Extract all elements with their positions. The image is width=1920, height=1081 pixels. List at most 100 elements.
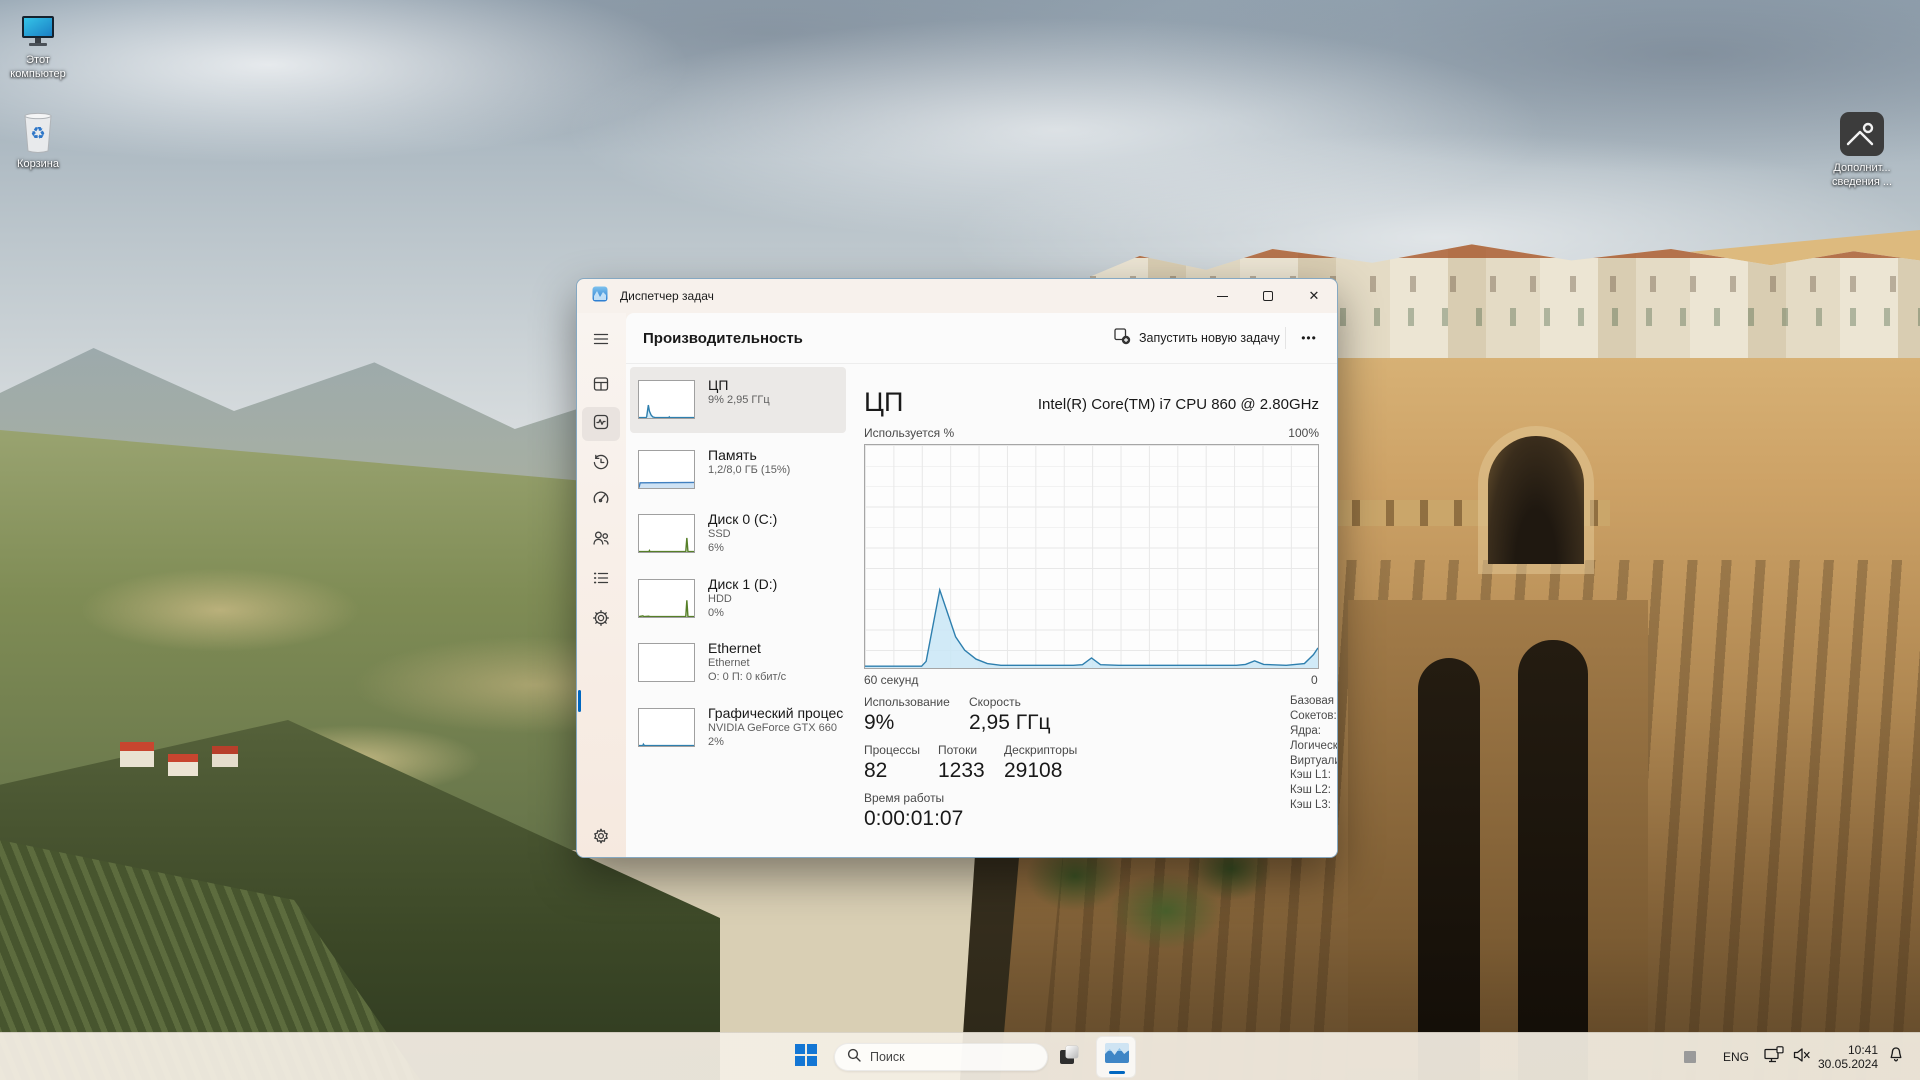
stat-value: 9%: [864, 711, 894, 735]
maximize-button[interactable]: [1245, 279, 1291, 313]
spec-label: Базовая скорость:: [1290, 695, 1338, 710]
stat-value: 82: [864, 759, 887, 783]
page-header: Производительность Запустить новую задач…: [626, 313, 1338, 363]
minimize-button[interactable]: [1199, 279, 1245, 313]
users-icon: [591, 528, 611, 553]
sidebar-item-performance[interactable]: [582, 407, 620, 441]
desktop-icon-additional-info[interactable]: Дополнит...сведения ...: [1814, 110, 1910, 189]
taskbar: Поиск ENG: [0, 1032, 1920, 1080]
language-code: ENG: [1723, 1050, 1749, 1064]
performance-icon: [591, 412, 611, 437]
settings-button[interactable]: [582, 821, 620, 855]
device-type: SSD: [708, 527, 844, 541]
desktop-icon-label: Корзина: [0, 157, 86, 171]
titlebar[interactable]: Диспетчер задач ✕: [577, 279, 1337, 313]
device-stat: О: 0 П: 0 кбит/с: [708, 670, 844, 684]
new-task-icon: [1114, 328, 1131, 348]
memory-sparkline: [638, 450, 695, 489]
device-type: NVIDIA GeForce GTX 660: [708, 721, 844, 735]
sidebar-item-details[interactable]: [582, 563, 620, 597]
wallpaper-bridge-arch-tall: [1418, 658, 1480, 1080]
wallpaper-bridge-arch-tall: [1518, 640, 1588, 1080]
device-item-gpu[interactable]: Графический процессор NVIDIA GeForce GTX…: [630, 695, 846, 761]
bell-icon: [1888, 1046, 1904, 1068]
more-options-button[interactable]: •••: [1292, 324, 1326, 352]
performance-device-list: ЦП 9% 2,95 ГГц Память 1,2/8,0 ГБ (15%) Д…: [626, 363, 856, 858]
tray-app-icon[interactable]: [1678, 1033, 1702, 1081]
task-manager-window: Диспетчер задач ✕: [576, 278, 1338, 858]
network-indicator[interactable]: [1760, 1033, 1788, 1081]
sidebar-item-processes[interactable]: [582, 369, 620, 403]
device-item-cpu[interactable]: ЦП 9% 2,95 ГГц: [630, 367, 846, 433]
page-title: Производительность: [643, 330, 803, 347]
sidebar-item-startup-apps[interactable]: [582, 483, 620, 517]
desktop-icon-label: сведения ...: [1814, 175, 1910, 189]
tray-square-icon: [1684, 1051, 1696, 1063]
spec-label: Сокетов:: [1290, 710, 1338, 725]
spec-label: Кэш L1:: [1290, 769, 1338, 784]
desktop-icon-label: Дополнит...: [1814, 161, 1910, 175]
svg-text:♻: ♻: [30, 124, 45, 143]
device-name: Ethernet: [708, 640, 844, 656]
volume-indicator[interactable]: [1788, 1033, 1816, 1081]
desktop-icon-this-pc[interactable]: Этоткомпьютер: [0, 14, 86, 81]
start-button[interactable]: [786, 1037, 826, 1077]
wallpaper-bridge-arch: [1488, 436, 1584, 564]
recycle-bin-icon: ♻: [21, 112, 55, 154]
stat-label: Процессы: [864, 743, 920, 757]
photo-icon: [1838, 110, 1886, 158]
menu-button[interactable]: [582, 324, 620, 358]
stat-label: Использование: [864, 695, 950, 709]
graph-axis-max: 100%: [1288, 426, 1319, 440]
wallpaper-bridge-legs: [1348, 600, 1648, 1080]
device-type: Ethernet: [708, 656, 844, 670]
speaker-muted-icon: [1793, 1047, 1811, 1068]
device-stat: 1,2/8,0 ГБ (15%): [708, 463, 844, 477]
cpu-pane-title: ЦП: [864, 387, 903, 418]
taskbar-task-manager-button[interactable]: [1096, 1036, 1136, 1078]
disk1-sparkline: [638, 579, 695, 618]
cpu-device-name: Intel(R) Core(TM) i7 CPU 860 @ 2.80GHz: [1038, 396, 1319, 413]
cpu-detail-pane: ЦП Intel(R) Core(TM) i7 CPU 860 @ 2.80GH…: [856, 363, 1338, 858]
gear-icon: [591, 826, 611, 851]
device-item-memory[interactable]: Память 1,2/8,0 ГБ (15%): [630, 437, 846, 503]
language-indicator[interactable]: ENG: [1718, 1033, 1754, 1081]
run-new-task-label: Запустить новую задачу: [1139, 331, 1280, 345]
spec-label: Виртуализация:: [1290, 755, 1338, 770]
run-new-task-button[interactable]: Запустить новую задачу: [1108, 324, 1286, 352]
device-name: ЦП: [708, 377, 844, 393]
clock[interactable]: 10:41 30.05.2024: [1816, 1033, 1880, 1081]
notification-center-button[interactable]: [1882, 1033, 1910, 1081]
window-title: Диспетчер задач: [620, 289, 714, 303]
task-view-button[interactable]: [1049, 1037, 1089, 1077]
header-separator: [1285, 327, 1286, 349]
stat-value: 1233: [938, 759, 985, 783]
spec-label: Кэш L3:: [1290, 799, 1338, 814]
device-item-ethernet[interactable]: Ethernet Ethernet О: 0 П: 0 кбит/с: [630, 630, 846, 696]
stat-value: 29108: [1004, 759, 1062, 783]
stat-label: Потоки: [938, 743, 977, 757]
network-icon: [1764, 1046, 1784, 1069]
desktop-icon-label: компьютер: [0, 67, 86, 81]
graph-axis-label: 60 секунд: [864, 673, 918, 687]
search-input[interactable]: Поиск: [834, 1043, 1048, 1071]
desktop-icon-recycle-bin[interactable]: ♻ Корзина: [0, 112, 86, 171]
tray-date: 30.05.2024: [1818, 1057, 1878, 1071]
sidebar-item-app-history[interactable]: [582, 447, 620, 481]
stat-label: Дескрипторы: [1004, 743, 1077, 757]
close-button[interactable]: ✕: [1291, 279, 1337, 313]
sidebar-item-users[interactable]: [582, 523, 620, 557]
device-name: Диск 0 (C:): [708, 511, 844, 527]
services-gear-icon: [591, 608, 611, 633]
history-clock-icon: [591, 452, 611, 477]
graph-axis-min: 0: [1311, 673, 1318, 687]
gpu-sparkline: [638, 708, 695, 747]
stat-label: Скорость: [969, 695, 1021, 709]
cpu-spec-list: Базовая скорость:2,80 ГГц Сокетов:1 Ядра…: [1290, 695, 1338, 814]
sidebar-item-services[interactable]: [582, 603, 620, 637]
task-view-icon: [1057, 1043, 1081, 1072]
device-item-disk1[interactable]: Диск 1 (D:) HDD 0%: [630, 566, 846, 632]
device-item-disk0[interactable]: Диск 0 (C:) SSD 6%: [630, 501, 846, 567]
stat-label: Время работы: [864, 791, 944, 805]
device-stat: 6%: [708, 541, 844, 555]
